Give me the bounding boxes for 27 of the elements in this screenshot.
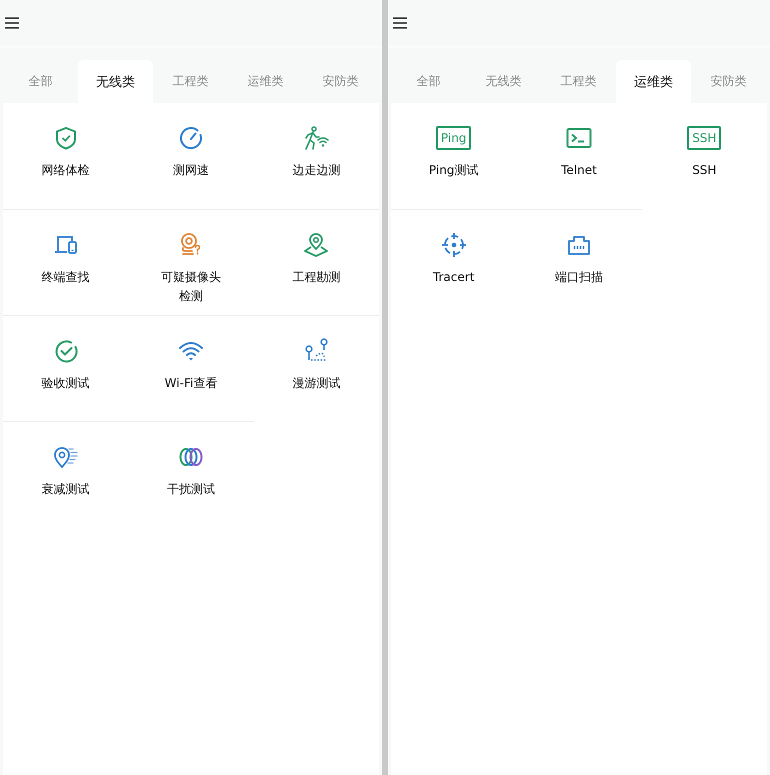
walker-wifi-icon [303, 125, 330, 151]
category-tab[interactable]: 无线类 [78, 60, 153, 103]
tool-button[interactable]: 漫游测试 [292, 374, 340, 393]
tool-button[interactable]: SSH [692, 161, 716, 180]
crosshair-icon [440, 232, 467, 258]
tool-button[interactable]: 验收测试 [42, 374, 90, 393]
gauge-icon [178, 125, 204, 151]
tool-button[interactable]: 衰减测试 [42, 480, 90, 499]
tool-button[interactable]: 边走边测 [292, 161, 340, 180]
tool-button[interactable]: 干扰测试 [166, 480, 215, 499]
tool-button[interactable]: 可疑摄像头检测 [158, 268, 224, 306]
tool-button[interactable]: 端口扫描 [554, 268, 603, 287]
tool-button[interactable]: Ping测试 [428, 161, 478, 180]
tool-button[interactable]: 测网速 [172, 161, 209, 180]
pin-signal-icon [52, 444, 79, 470]
tool-button[interactable]: 工程勘测 [292, 268, 340, 287]
tool-button[interactable]: Tracert [432, 268, 474, 287]
terminal-icon [566, 125, 592, 151]
tool-button[interactable]: Telnet [561, 161, 597, 180]
tool-button[interactable]: 终端查找 [42, 268, 90, 287]
labeled-icon: SSH [687, 126, 722, 150]
labeled-icon: Ping [436, 126, 472, 150]
check-circle-icon [52, 338, 79, 364]
category-tab[interactable]: 运维类 [616, 60, 691, 103]
tool-button[interactable]: Wi-Fi查看 [164, 374, 218, 393]
map-pin-icon [303, 232, 330, 258]
tool-button[interactable]: 网络体检 [42, 161, 90, 180]
